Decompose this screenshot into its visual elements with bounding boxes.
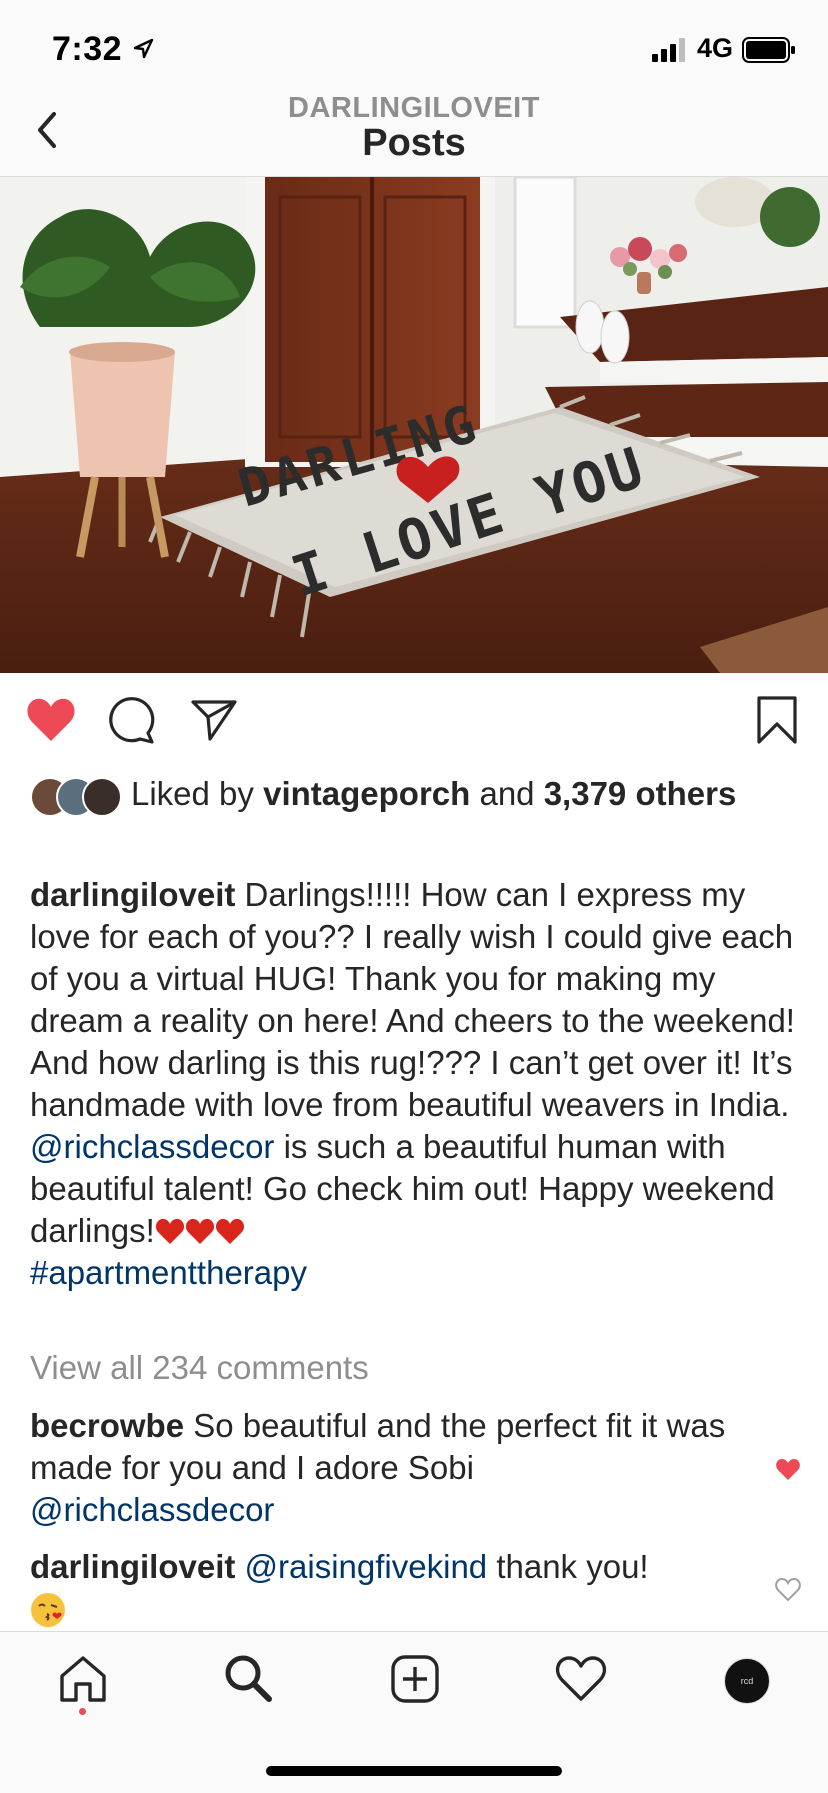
comment-like-heart-outline-icon[interactable]	[775, 1578, 801, 1602]
home-activity-dot	[79, 1708, 86, 1715]
location-arrow-icon	[133, 38, 154, 59]
status-bar: 7:32 4G	[0, 0, 828, 92]
rug-photo-illustration: DARLING I LOVE YOU	[0, 177, 828, 673]
comment-text: thank you!	[487, 1548, 649, 1585]
comment-bubble-icon[interactable]	[108, 697, 156, 745]
activity-heart-icon[interactable]	[555, 1656, 607, 1702]
share-direct-icon[interactable]	[190, 697, 238, 743]
red-heart-emoji-icon	[185, 1218, 214, 1244]
likes-prefix: Liked by	[131, 775, 264, 812]
likes-others[interactable]: others	[626, 775, 736, 812]
likes-count[interactable]: 3,379	[544, 775, 627, 812]
bottom-tab-bar: rcd	[0, 1631, 828, 1793]
red-heart-emoji-icon	[215, 1218, 244, 1244]
top-nav-bar: DARLINGILOVEIT Posts	[0, 92, 828, 177]
battery-icon	[742, 37, 795, 63]
home-icon[interactable]	[58, 1654, 108, 1704]
comment-item: becrowbe So beautiful and the perfect fi…	[30, 1405, 750, 1531]
profile-avatar[interactable]: rcd	[724, 1658, 770, 1704]
post-action-bar	[0, 673, 828, 773]
view-all-comments-link[interactable]: View all 234 comments	[30, 1349, 369, 1387]
new-post-icon[interactable]	[390, 1654, 440, 1704]
comment-item: darlingiloveit @raisingfivekind thank yo…	[30, 1546, 750, 1630]
comment-username-link[interactable]: darlingiloveit	[30, 1548, 235, 1585]
caption-mention-link[interactable]: @richclassdecor	[30, 1128, 274, 1165]
red-heart-emoji-icon	[155, 1218, 184, 1244]
status-time: 7:32	[52, 30, 123, 68]
caption-text: Darlings!!!!! How can I express my love …	[30, 876, 795, 1123]
likes-text: Liked by vintageporch and 3,379 others	[131, 773, 781, 815]
comment-mention-link[interactable]: @raisingfivekind	[245, 1548, 488, 1585]
network-type: 4G	[697, 33, 734, 63]
caption-hashtag-link[interactable]: #apartmenttherapy	[30, 1254, 307, 1291]
comment-like-heart-icon[interactable]	[775, 1458, 801, 1482]
post-photo[interactable]: DARLING I LOVE YOU	[0, 177, 828, 673]
liker-username-link[interactable]: vintageporch	[263, 775, 470, 812]
likes-and: and	[470, 775, 544, 812]
like-heart-icon[interactable]	[26, 697, 76, 743]
liker-avatars	[30, 777, 122, 817]
page-title: Posts	[362, 122, 466, 164]
avatar	[82, 777, 122, 817]
comment-username-link[interactable]: becrowbe	[30, 1407, 184, 1444]
comment-mention-link[interactable]: @richclassdecor	[30, 1491, 274, 1528]
home-indicator[interactable]	[266, 1766, 562, 1776]
profile-username-heading: DARLINGILOVEIT	[288, 92, 540, 124]
save-bookmark-icon[interactable]	[756, 695, 798, 745]
cell-signal-icon	[652, 38, 685, 62]
post-caption: darlingiloveit Darlings!!!!! How can I e…	[30, 874, 800, 1294]
caption-username-link[interactable]: darlingiloveit	[30, 876, 235, 913]
search-icon[interactable]	[222, 1652, 274, 1704]
kissing-face-emoji-icon	[31, 1593, 65, 1627]
